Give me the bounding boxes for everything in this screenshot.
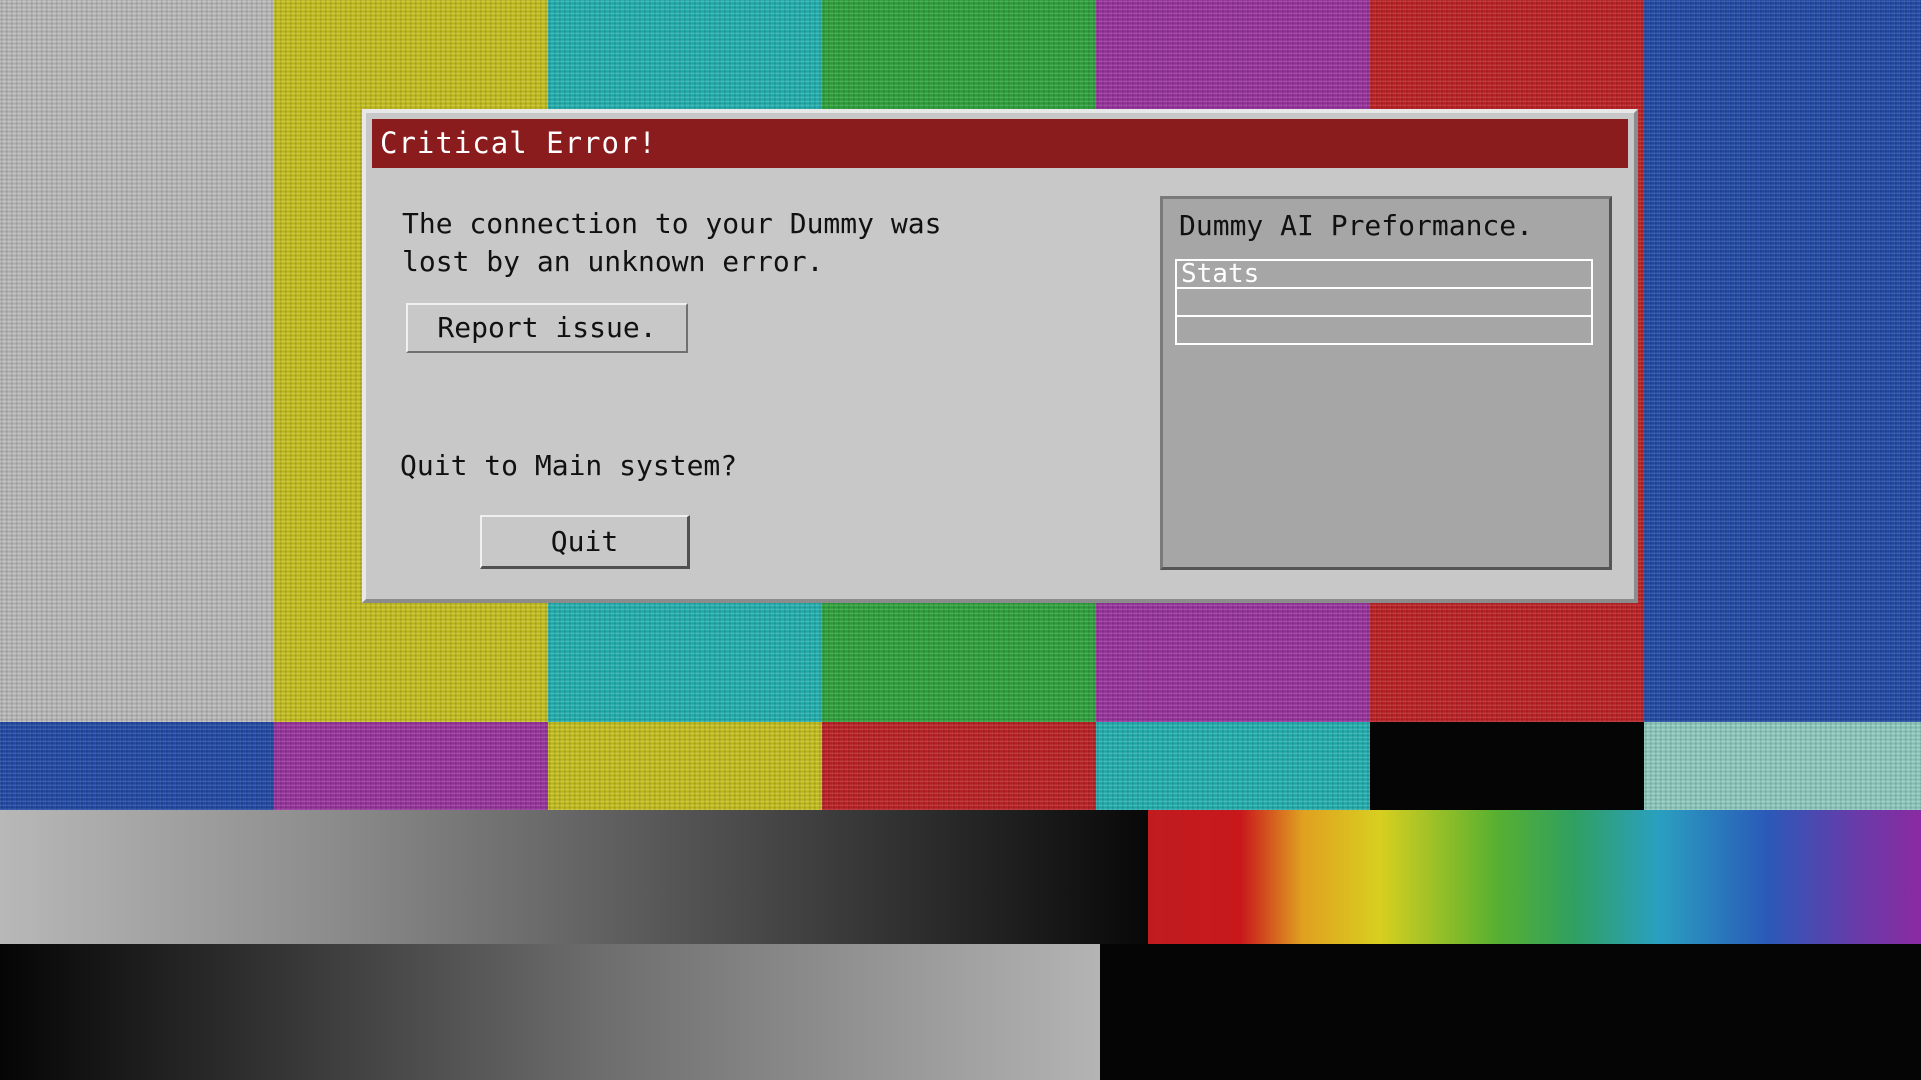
block-red [822,722,1096,810]
block-light-cyan [1644,722,1921,810]
table-row [1175,287,1593,317]
block-black [1370,722,1644,810]
rainbow-gradient [1148,810,1921,944]
quit-question: Quit to Main system? [400,449,738,482]
stats-table: Stats [1175,259,1593,345]
stats-cell [1175,287,1593,317]
block-magenta [274,722,548,810]
table-row [1175,315,1593,345]
dialog-title-bar: Critical Error! [372,119,1628,168]
table-row: Stats [1175,259,1593,289]
block-blue [0,722,274,810]
black-to-gray-gradient [0,944,1100,1080]
performance-panel: Dummy AI Preformance. Stats [1160,196,1612,570]
bar-blue [1644,0,1921,722]
tv-test-pattern-screen: Critical Error! The connection to your D… [0,0,1921,1080]
stats-cell: Stats [1175,259,1593,289]
bar-white [0,0,274,722]
dialog-title: Critical Error! [380,126,657,160]
performance-panel-title: Dummy AI Preformance. [1179,209,1534,242]
block-cyan [1096,722,1370,810]
error-message: The connection to your Dummy was lost by… [402,207,942,278]
block-yellow [548,722,822,810]
report-issue-button[interactable]: Report issue. [406,303,688,353]
gray-to-black-gradient [0,810,1148,944]
quit-button[interactable]: Quit [480,515,690,569]
critical-error-dialog: Critical Error! The connection to your D… [362,109,1638,603]
stats-cell [1175,315,1593,345]
black-block [1100,944,1921,1080]
